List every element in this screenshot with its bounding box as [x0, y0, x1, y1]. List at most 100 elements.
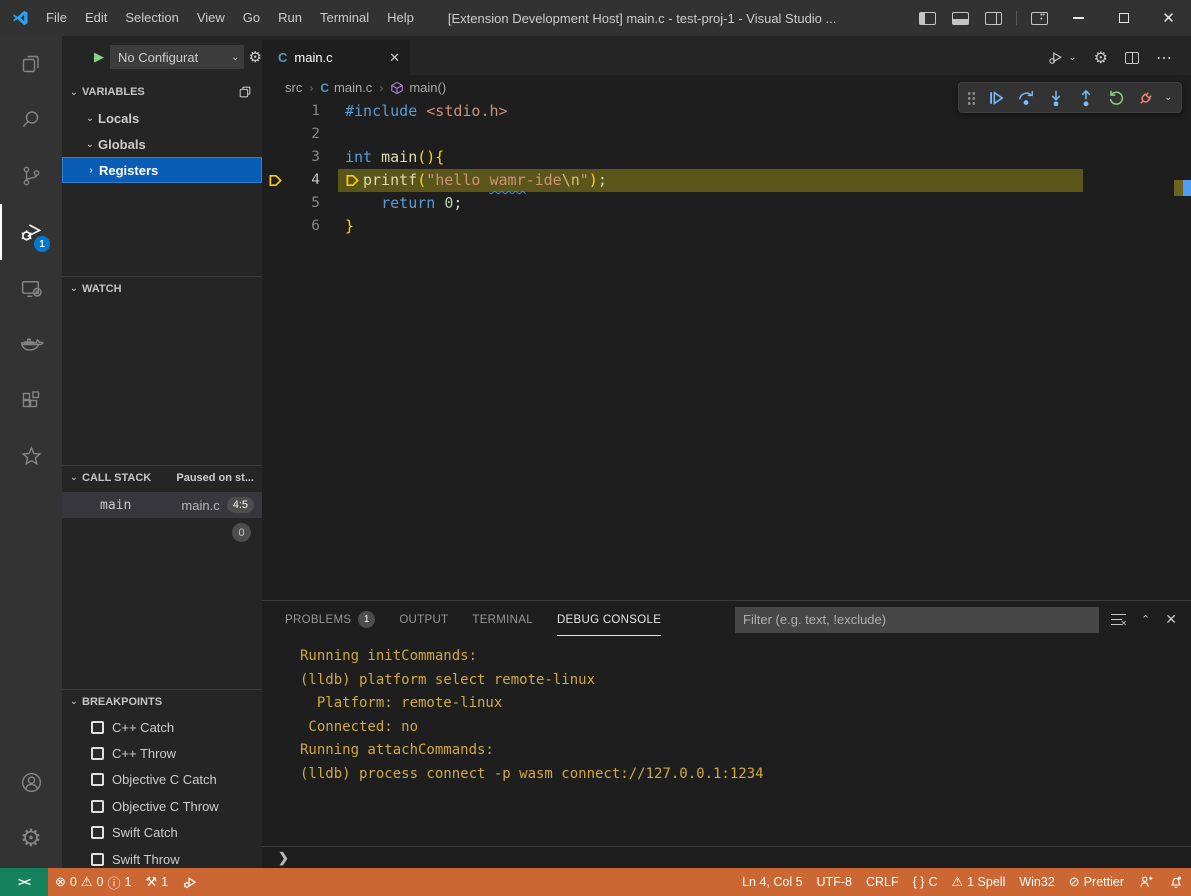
- breakpoint-item[interactable]: Objective C Catch: [62, 767, 262, 793]
- minimize-button[interactable]: [1056, 0, 1101, 36]
- activity-settings[interactable]: ⚙: [0, 810, 62, 866]
- maximize-button[interactable]: [1101, 0, 1146, 36]
- breakpoint-item[interactable]: Swift Catch: [62, 820, 262, 846]
- clear-console-icon[interactable]: ✕: [1111, 614, 1126, 626]
- activity-remote-explorer[interactable]: [0, 260, 62, 316]
- menu-terminal[interactable]: Terminal: [311, 0, 378, 36]
- variables-section-header[interactable]: ⌄ VARIABLES: [62, 80, 262, 104]
- menu-run[interactable]: Run: [269, 0, 311, 36]
- menu-edit[interactable]: Edit: [76, 0, 116, 36]
- close-tab-icon[interactable]: ✕: [389, 50, 400, 66]
- disconnect-button[interactable]: [1134, 86, 1158, 110]
- panel-tab-terminal[interactable]: TERMINAL: [460, 601, 545, 638]
- panel-tab-problems[interactable]: PROBLEMS1: [273, 601, 387, 638]
- customize-layout-icon[interactable]: •••: [1031, 12, 1048, 25]
- breakpoint-item[interactable]: Objective C Throw: [62, 793, 262, 819]
- menu-go[interactable]: Go: [234, 0, 269, 36]
- variables-scope-locals[interactable]: ⌄ Locals: [62, 105, 262, 131]
- variables-scope-registers[interactable]: › Registers: [62, 157, 262, 183]
- gutter-breakpoint-area[interactable]: [262, 192, 288, 215]
- checkbox-icon[interactable]: [91, 800, 104, 813]
- gutter-breakpoint-area[interactable]: [262, 100, 288, 123]
- checkbox-icon[interactable]: [91, 773, 104, 786]
- activity-search[interactable]: [0, 92, 62, 148]
- breakpoint-item[interactable]: C++ Throw: [62, 740, 262, 766]
- filter-input[interactable]: [735, 607, 1099, 633]
- checkbox-icon[interactable]: [91, 826, 104, 839]
- problems-status[interactable]: ⊗0 ⚠0 ⓘ1: [48, 868, 138, 896]
- split-editor-icon[interactable]: [1125, 52, 1139, 64]
- drag-handle-icon[interactable]: [967, 91, 976, 105]
- activity-explorer[interactable]: [0, 36, 62, 92]
- breadcrumb-file[interactable]: C main.c: [320, 80, 372, 95]
- step-out-button[interactable]: [1074, 86, 1098, 110]
- close-button[interactable]: ✕: [1146, 0, 1191, 36]
- language-mode-status[interactable]: { }C: [906, 868, 945, 896]
- breakpoint-item[interactable]: C++ Catch: [62, 714, 262, 740]
- menu-selection[interactable]: Selection: [116, 0, 187, 36]
- continue-button[interactable]: [984, 86, 1008, 110]
- variables-scope-globals[interactable]: ⌄ Globals: [62, 131, 262, 157]
- debug-current-line-gutter-icon[interactable]: [262, 169, 288, 192]
- step-into-button[interactable]: [1044, 86, 1068, 110]
- encoding-status[interactable]: UTF-8: [810, 868, 859, 896]
- breadcrumb-symbol[interactable]: main(): [390, 80, 446, 95]
- cursor-position-status[interactable]: Ln 4, Col 5: [735, 868, 809, 896]
- stack-frame-row[interactable]: main main.c 4:5: [62, 492, 262, 518]
- activity-source-control[interactable]: [0, 148, 62, 204]
- menu-view[interactable]: View: [188, 0, 234, 36]
- toggle-secondary-sidebar-icon[interactable]: [985, 12, 1002, 25]
- activity-run-debug[interactable]: 1: [0, 204, 62, 260]
- checkbox-icon[interactable]: [91, 747, 104, 760]
- tools-status[interactable]: ⚒1: [138, 868, 175, 896]
- checkbox-icon[interactable]: [91, 853, 104, 866]
- more-actions-icon[interactable]: ⋯: [1156, 48, 1173, 68]
- chevron-down-icon[interactable]: ⌄: [1164, 92, 1172, 103]
- close-panel-icon[interactable]: ✕: [1165, 611, 1177, 628]
- editor-settings-gear-icon[interactable]: ⚙: [1094, 48, 1108, 68]
- activity-docker[interactable]: [0, 316, 62, 372]
- remote-indicator[interactable]: ><: [0, 868, 48, 896]
- breadcrumb-src[interactable]: src: [285, 80, 302, 95]
- maximize-panel-icon[interactable]: ⌃: [1141, 613, 1150, 626]
- watch-section-header[interactable]: ⌄ WATCH: [62, 276, 262, 300]
- notifications-status[interactable]: [1161, 868, 1191, 896]
- prettier-status[interactable]: ⊘Prettier: [1062, 868, 1131, 896]
- breakpoints-section-header[interactable]: ⌄ BREAKPOINTS: [62, 689, 262, 713]
- panel-tab-debug-console[interactable]: DEBUG CONSOLE: [545, 601, 673, 638]
- debug-settings-gear-icon[interactable]: ⚙: [249, 48, 262, 66]
- activity-favorites[interactable]: [0, 428, 62, 484]
- eol-status[interactable]: CRLF: [859, 868, 906, 896]
- toggle-sidebar-icon[interactable]: [919, 12, 936, 25]
- activity-extensions[interactable]: [0, 372, 62, 428]
- gutter-breakpoint-area[interactable]: [262, 146, 288, 169]
- checkbox-icon[interactable]: [91, 721, 104, 734]
- spell-checker-status[interactable]: ⚠1 Spell: [944, 868, 1012, 896]
- debug-configuration-dropdown[interactable]: No Configurat ⌄: [110, 45, 244, 69]
- debug-console-input[interactable]: ❯: [262, 846, 1191, 868]
- panel-tab-label: OUTPUT: [399, 614, 448, 626]
- start-debug-icon[interactable]: ▶: [94, 49, 104, 65]
- debug-status[interactable]: [175, 868, 206, 896]
- run-or-debug-button[interactable]: ⌄: [1047, 49, 1076, 67]
- copy-icon[interactable]: [238, 85, 252, 99]
- restart-button[interactable]: [1104, 86, 1128, 110]
- menu-file[interactable]: File: [37, 0, 76, 36]
- gutter-breakpoint-area[interactable]: [262, 123, 288, 146]
- star-icon: [19, 444, 44, 469]
- gutter-spacer: [320, 192, 338, 215]
- toggle-panel-icon[interactable]: [952, 12, 969, 25]
- call-stack-section-header[interactable]: ⌄ CALL STACK Paused on st...: [62, 465, 262, 489]
- feedback-status[interactable]: [1131, 868, 1161, 896]
- breakpoint-item[interactable]: Swift Throw: [62, 846, 262, 868]
- breakpoint-label: Swift Throw: [112, 852, 180, 867]
- tab-main-c[interactable]: C main.c ✕: [262, 40, 410, 75]
- menu-help[interactable]: Help: [378, 0, 423, 36]
- gutter-breakpoint-area[interactable]: [262, 215, 288, 238]
- activity-accounts[interactable]: [0, 754, 62, 810]
- code-token: ;: [598, 169, 607, 192]
- code-editor[interactable]: 1#include <stdio.h>23int main(){4printf(…: [262, 100, 1191, 600]
- step-over-button[interactable]: [1014, 86, 1038, 110]
- platform-status[interactable]: Win32: [1012, 868, 1061, 896]
- panel-tab-output[interactable]: OUTPUT: [387, 601, 460, 638]
